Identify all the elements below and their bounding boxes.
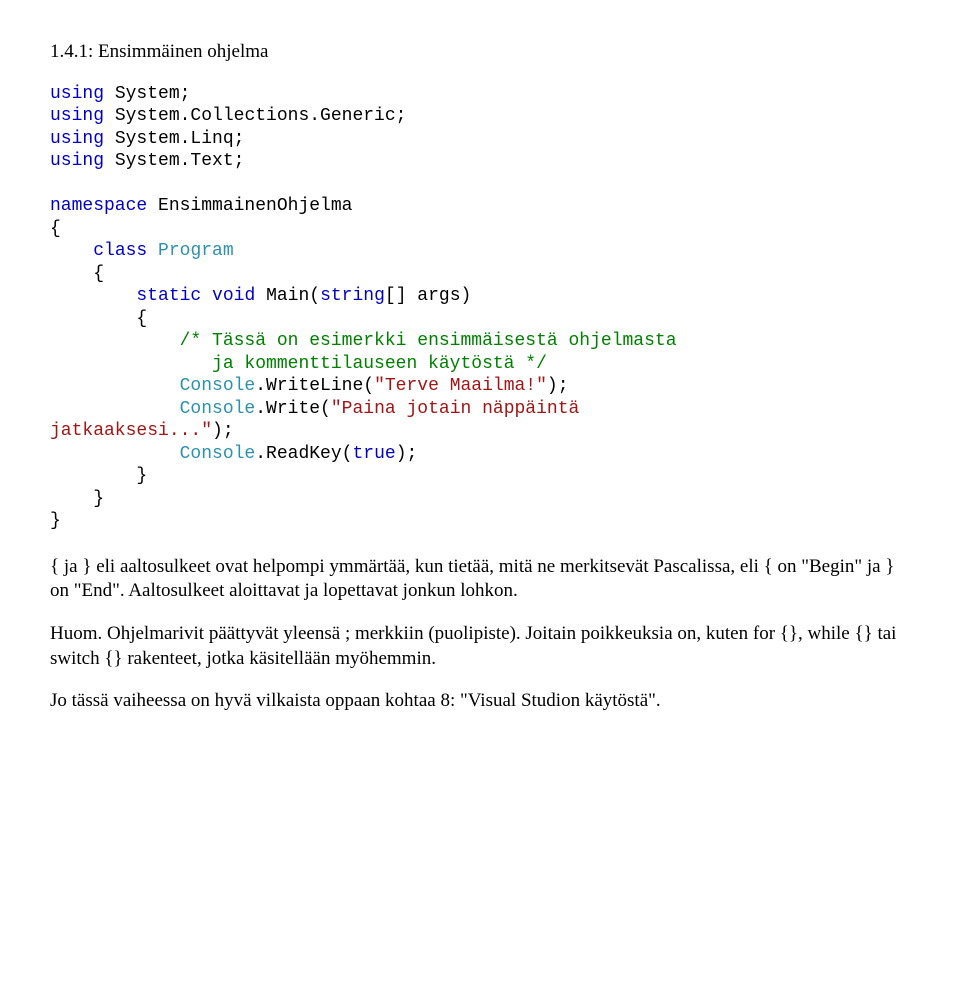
code-text: .WriteLine( — [255, 376, 374, 396]
code-text: ); — [547, 376, 569, 396]
code-text — [201, 286, 212, 306]
code-brace: { — [50, 264, 104, 284]
code-brace: } — [50, 511, 61, 531]
keyword-namespace: namespace — [50, 196, 147, 216]
keyword-true: true — [352, 444, 395, 464]
code-brace: } — [50, 466, 147, 486]
code-text: System.Linq; — [104, 129, 244, 149]
code-text — [147, 241, 158, 261]
code-indent — [50, 399, 180, 419]
paragraph-2: Huom. Ohjelmarivit päättyvät yleensä ; m… — [50, 622, 910, 671]
keyword-class: class — [93, 241, 147, 261]
keyword-void: void — [212, 286, 255, 306]
code-text: System.Collections.Generic; — [104, 106, 406, 126]
code-indent — [50, 444, 180, 464]
comment: /* Tässä on esimerkki ensimmäisestä ohje… — [180, 331, 677, 351]
keyword-using: using — [50, 151, 104, 171]
section-title: 1.4.1: Ensimmäinen ohjelma — [50, 40, 910, 65]
code-block: using System; using System.Collections.G… — [50, 83, 910, 533]
type-console: Console — [180, 444, 256, 464]
string-literal: "Terve Maailma!" — [374, 376, 547, 396]
code-text: .ReadKey( — [255, 444, 352, 464]
keyword-static: static — [136, 286, 201, 306]
code-brace: } — [50, 489, 104, 509]
code-indent — [50, 286, 136, 306]
keyword-using: using — [50, 84, 104, 104]
comment: ja kommenttilauseen käytöstä */ — [50, 354, 547, 374]
keyword-string: string — [320, 286, 385, 306]
code-text: .Write( — [255, 399, 331, 419]
paragraph-1: { ja } eli aaltosulkeet ovat helpompi ym… — [50, 555, 910, 604]
code-brace: { — [50, 219, 61, 239]
code-text: ); — [396, 444, 418, 464]
code-brace: { — [50, 309, 147, 329]
code-indent — [50, 241, 93, 261]
code-text: System.Text; — [104, 151, 244, 171]
code-text: ); — [212, 421, 234, 441]
code-text: EnsimmainenOhjelma — [147, 196, 352, 216]
code-indent — [50, 331, 180, 351]
code-text: Main( — [255, 286, 320, 306]
code-indent — [50, 376, 180, 396]
keyword-using: using — [50, 129, 104, 149]
type-console: Console — [180, 399, 256, 419]
type-console: Console — [180, 376, 256, 396]
paragraph-3: Jo tässä vaiheessa on hyvä vilkaista opp… — [50, 689, 910, 714]
code-text: System; — [104, 84, 190, 104]
code-text: [] args) — [385, 286, 471, 306]
string-literal: jatkaaksesi..." — [50, 421, 212, 441]
keyword-using: using — [50, 106, 104, 126]
string-literal: "Paina jotain näppäintä — [331, 399, 590, 419]
type-name: Program — [158, 241, 234, 261]
